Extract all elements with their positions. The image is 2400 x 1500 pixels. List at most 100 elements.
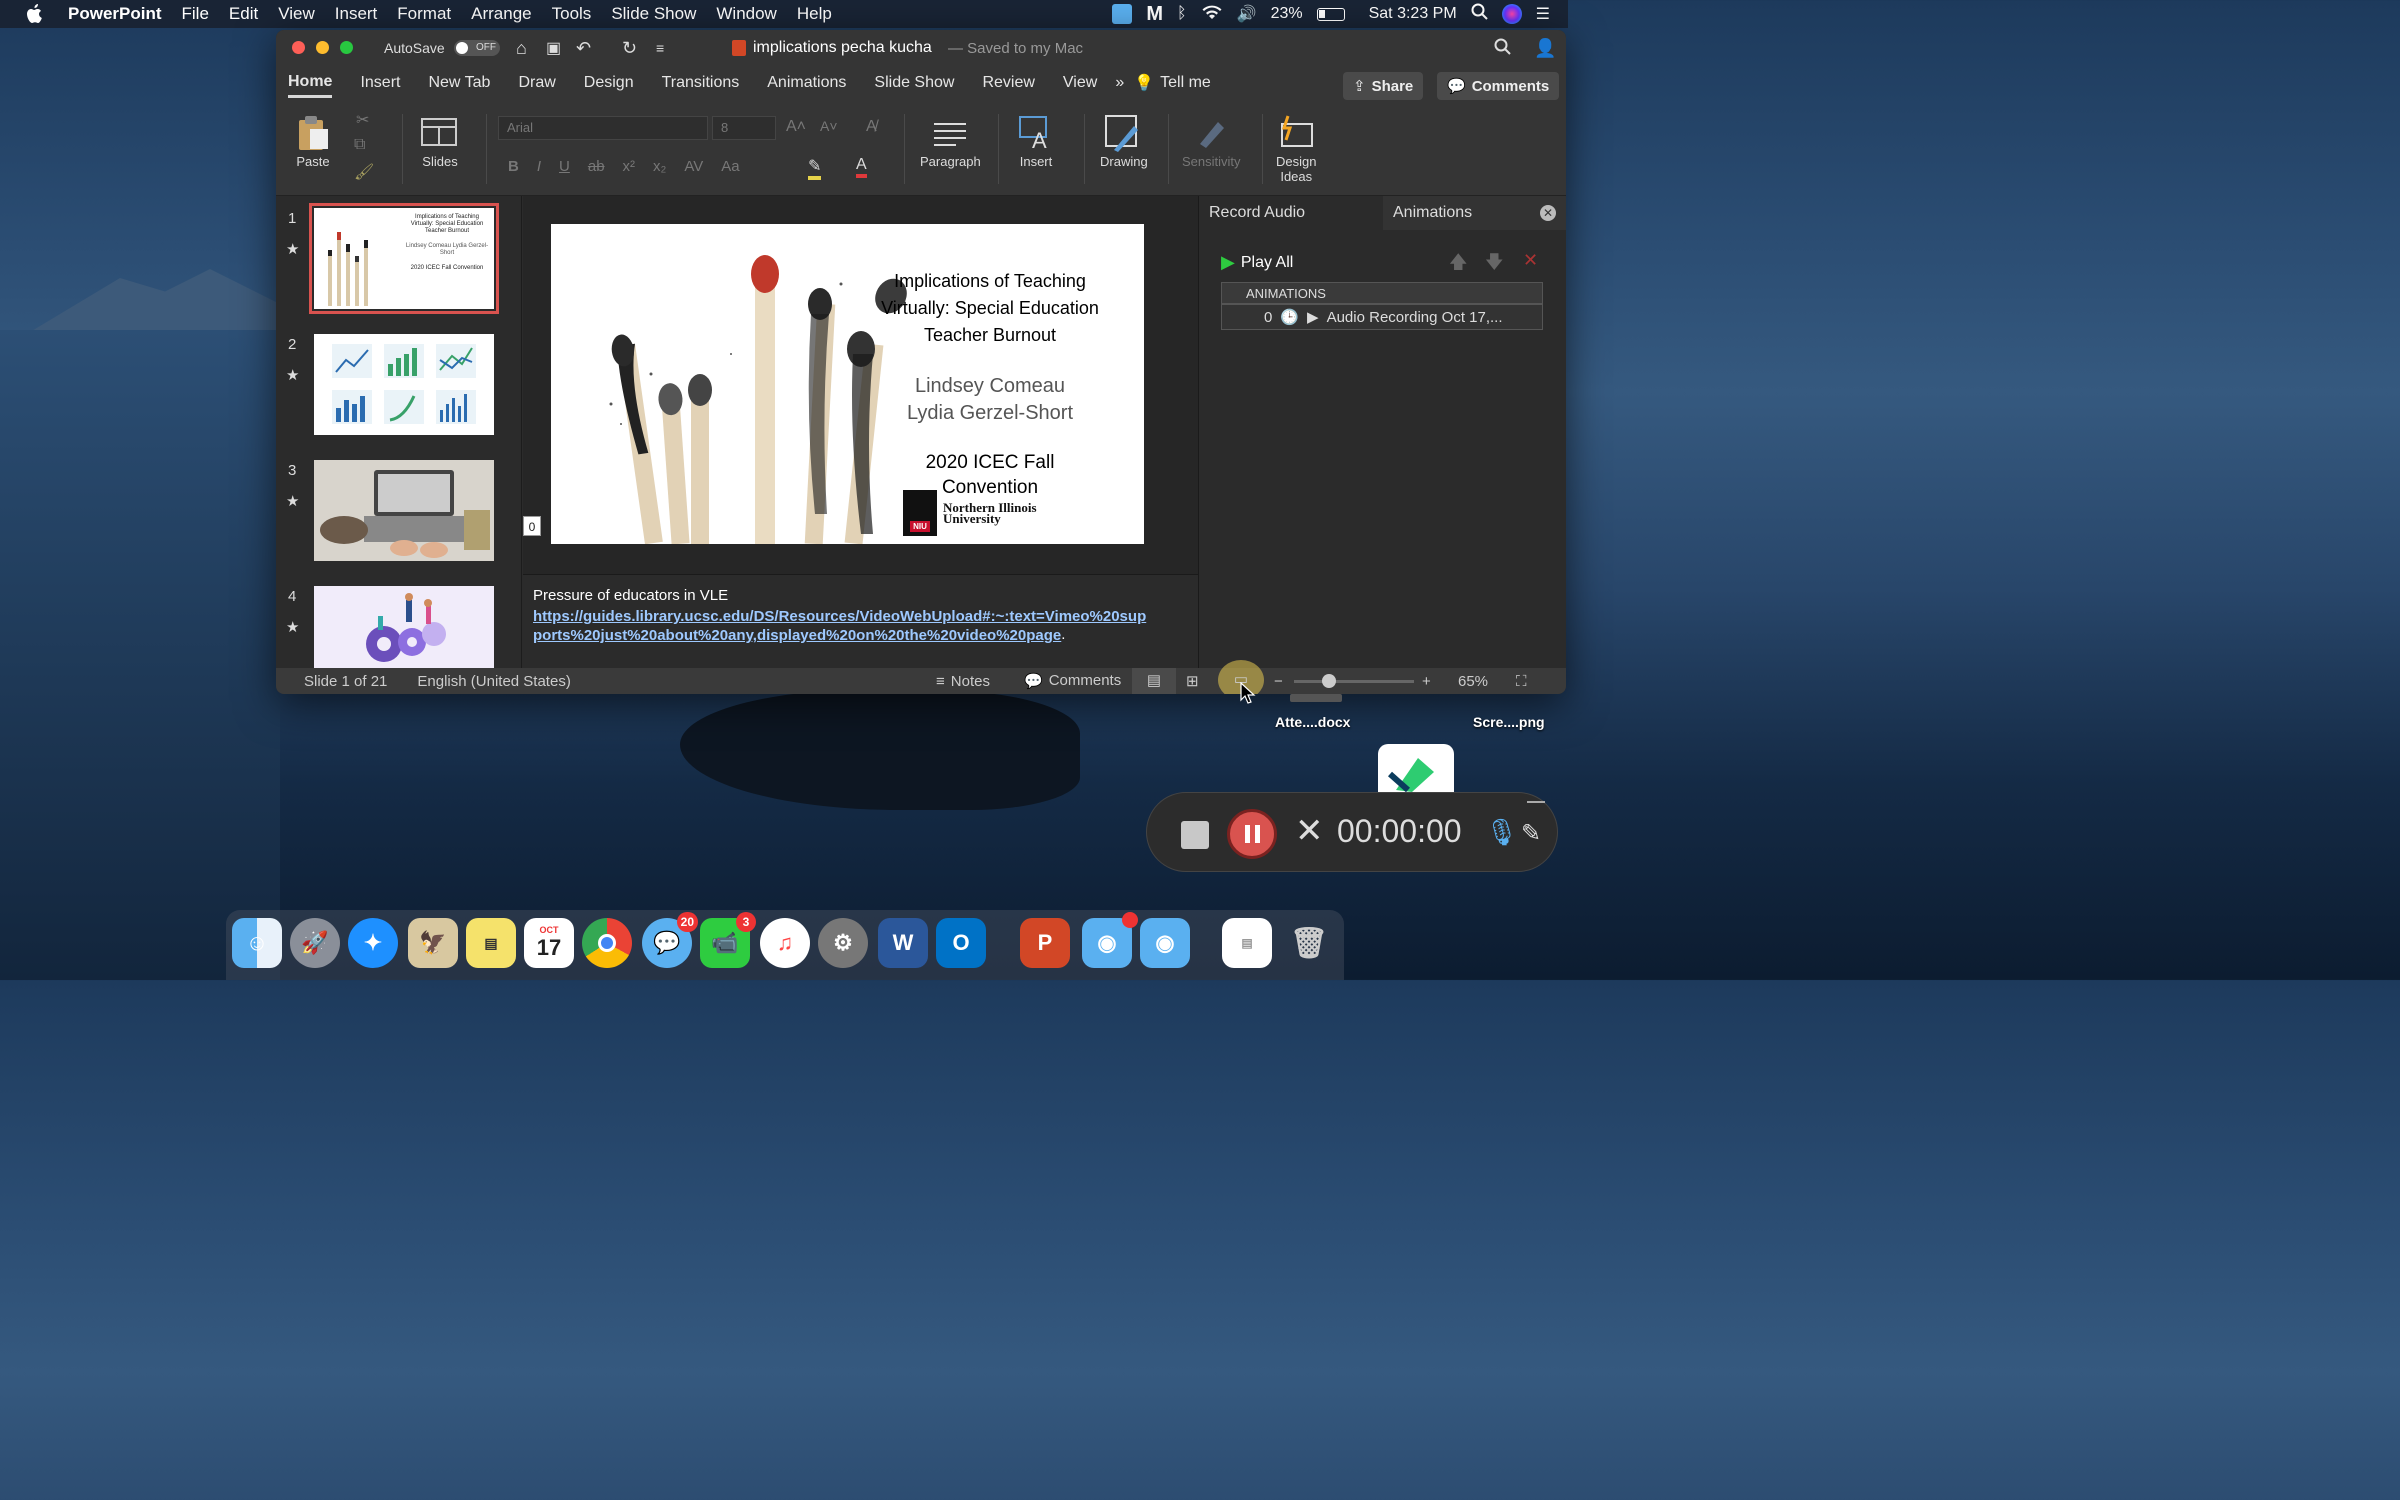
system-preferences-icon[interactable]: ⚙ bbox=[818, 918, 868, 968]
tab-transitions[interactable]: Transitions bbox=[662, 74, 740, 96]
save-icon[interactable]: ▣ bbox=[546, 38, 561, 58]
menu-format[interactable]: Format bbox=[397, 4, 451, 24]
superscript-icon[interactable]: x² bbox=[623, 158, 636, 175]
decrease-font-size-icon[interactable]: A˅ bbox=[820, 118, 838, 134]
menu-tools[interactable]: Tools bbox=[552, 4, 592, 24]
zoom-slider-thumb[interactable] bbox=[1321, 674, 1336, 688]
menu-help[interactable]: Help bbox=[797, 4, 832, 24]
notes-link-line2[interactable]: ports%20just%20about%20any,displayed%20o… bbox=[533, 626, 1061, 645]
tab-slide-show[interactable]: Slide Show bbox=[874, 74, 954, 96]
search-icon[interactable] bbox=[1494, 38, 1511, 59]
safari-icon[interactable]: ✦ bbox=[348, 918, 398, 968]
zoom-in-icon[interactable]: + bbox=[1422, 673, 1431, 690]
move-up-icon[interactable]: 🡅 bbox=[1449, 250, 1468, 280]
screencast-recorder-icon[interactable]: ◉ bbox=[1140, 918, 1190, 968]
format-painter-icon[interactable]: 🖌 bbox=[354, 162, 374, 182]
slide-sorter-icon[interactable]: ⊞ bbox=[1186, 672, 1199, 690]
preview-icon[interactable]: 🦅 bbox=[408, 918, 458, 968]
slide-event[interactable]: 2020 ICEC Fall Convention bbox=[859, 450, 1121, 500]
redo-icon[interactable]: ↻ bbox=[622, 38, 637, 59]
minimize-window-button[interactable] bbox=[316, 41, 329, 54]
finder-icon[interactable]: ☺ bbox=[232, 918, 282, 968]
document-title[interactable]: implications pecha kucha bbox=[753, 39, 932, 57]
increase-font-size-icon[interactable]: A˄ bbox=[786, 118, 806, 136]
tab-record-audio[interactable]: Record Audio bbox=[1199, 196, 1383, 230]
play-all-button[interactable]: ▶ Play All bbox=[1221, 252, 1293, 273]
font-size-field[interactable]: 8 bbox=[712, 116, 776, 140]
customize-toolbar-icon[interactable]: ≡ bbox=[656, 40, 664, 56]
paste-button[interactable]: Paste bbox=[296, 112, 330, 169]
insert-button[interactable]: A Insert bbox=[1018, 112, 1054, 169]
music-icon[interactable]: ♫ bbox=[760, 918, 810, 968]
menu-arrange[interactable]: Arrange bbox=[471, 4, 531, 24]
tab-view[interactable]: View bbox=[1063, 74, 1097, 96]
change-case-icon[interactable]: Aa bbox=[721, 158, 739, 175]
more-tabs-icon[interactable]: » bbox=[1115, 74, 1124, 96]
volume-icon[interactable]: 🔊 bbox=[1237, 4, 1257, 24]
slide-editing-canvas[interactable]: 0 Implications of Teaching Virtually: Sp… bbox=[523, 196, 1198, 574]
facetime-icon[interactable]: 📹 3 bbox=[700, 912, 756, 968]
paragraph-button[interactable]: Paragraph bbox=[920, 112, 981, 169]
menu-insert[interactable]: Insert bbox=[335, 4, 378, 24]
tab-new-tab[interactable]: New Tab bbox=[428, 74, 490, 96]
slides-button[interactable]: Slides bbox=[420, 112, 460, 169]
undo-icon[interactable]: ↶ bbox=[576, 38, 591, 59]
pause-recording-button[interactable] bbox=[1227, 809, 1277, 859]
cut-icon[interactable]: ✂ bbox=[356, 110, 369, 130]
stickies-icon[interactable]: ▤ bbox=[466, 918, 516, 968]
malwarebytes-icon[interactable]: M bbox=[1146, 3, 1163, 26]
comments-button[interactable]: 💬 Comments bbox=[1437, 72, 1560, 100]
menu-slide-show[interactable]: Slide Show bbox=[611, 4, 696, 24]
slide-thumbnail-3[interactable] bbox=[314, 460, 494, 561]
highlight-color-icon[interactable]: ✎ bbox=[808, 156, 822, 180]
desktop-file-icon[interactable] bbox=[1290, 694, 1342, 702]
italic-icon[interactable]: I bbox=[537, 158, 541, 175]
siri-icon[interactable] bbox=[1501, 4, 1522, 24]
tab-design[interactable]: Design bbox=[584, 74, 634, 96]
chrome-icon[interactable] bbox=[582, 918, 632, 968]
outlook-icon[interactable]: O bbox=[936, 918, 986, 968]
menu-file[interactable]: File bbox=[182, 4, 209, 24]
slide-counter[interactable]: Slide 1 of 21 bbox=[304, 673, 387, 690]
battery-icon[interactable] bbox=[1316, 7, 1345, 21]
tab-animations-pane[interactable]: Animations bbox=[1383, 196, 1483, 230]
share-button[interactable]: ⇪ Share bbox=[1343, 72, 1424, 100]
notes-link-line1[interactable]: https://guides.library.ucsc.edu/DS/Resou… bbox=[533, 607, 1188, 626]
font-name-field[interactable]: Arial bbox=[498, 116, 708, 140]
cancel-recording-icon[interactable]: ✕ bbox=[1295, 811, 1324, 851]
menu-view[interactable]: View bbox=[278, 4, 315, 24]
move-down-icon[interactable]: 🡇 bbox=[1485, 250, 1504, 280]
slide-title[interactable]: Implications of Teaching Virtually: Spec… bbox=[859, 268, 1121, 349]
strikethrough-icon[interactable]: ab bbox=[588, 158, 605, 175]
menubar-clock[interactable]: Sat 3:23 PM bbox=[1369, 5, 1457, 23]
font-color-icon[interactable]: A bbox=[856, 156, 867, 178]
tab-home[interactable]: Home bbox=[288, 73, 333, 98]
bluetooth-icon[interactable]: ᛒ bbox=[1177, 5, 1187, 23]
clear-formatting-icon[interactable]: A̸ bbox=[866, 118, 877, 136]
fit-to-window-icon[interactable]: ⛶ bbox=[1516, 673, 1527, 690]
calendar-icon[interactable]: OCT 17 bbox=[524, 918, 574, 968]
current-slide[interactable]: Implications of Teaching Virtually: Spec… bbox=[551, 224, 1144, 544]
tab-review[interactable]: Review bbox=[982, 74, 1034, 96]
bold-icon[interactable]: B bbox=[508, 158, 519, 175]
desktop-file-docx[interactable]: Atte....docx bbox=[1275, 714, 1350, 730]
menu-edit[interactable]: Edit bbox=[229, 4, 258, 24]
character-spacing-icon[interactable]: AV bbox=[684, 158, 703, 175]
tell-me-search[interactable]: Tell me bbox=[1160, 74, 1211, 96]
messages-icon[interactable]: 💬 20 bbox=[642, 912, 698, 968]
powerpoint-icon[interactable]: P bbox=[1020, 918, 1070, 968]
delete-animation-icon[interactable]: ✕ bbox=[1523, 250, 1538, 271]
design-ideas-button[interactable]: Design Ideas bbox=[1276, 112, 1316, 184]
launchpad-icon[interactable]: 🚀 bbox=[290, 918, 340, 968]
trash-icon[interactable]: 🗑 bbox=[1284, 918, 1334, 968]
wifi-icon[interactable] bbox=[1201, 4, 1223, 25]
spotlight-search-icon[interactable] bbox=[1471, 3, 1488, 25]
tab-insert[interactable]: Insert bbox=[360, 74, 400, 96]
animation-list-item[interactable]: 0 🕒 ▶ Audio Recording Oct 17,... bbox=[1221, 304, 1543, 330]
slide-thumbnail-1[interactable]: Implications of Teaching Virtually: Spec… bbox=[309, 203, 499, 314]
document-icon[interactable]: ▤ bbox=[1222, 918, 1272, 968]
close-pane-icon[interactable]: ✕ bbox=[1540, 205, 1556, 221]
close-window-button[interactable] bbox=[292, 41, 305, 54]
underline-icon[interactable]: U bbox=[559, 158, 570, 175]
account-icon[interactable]: 👤 bbox=[1534, 38, 1556, 59]
